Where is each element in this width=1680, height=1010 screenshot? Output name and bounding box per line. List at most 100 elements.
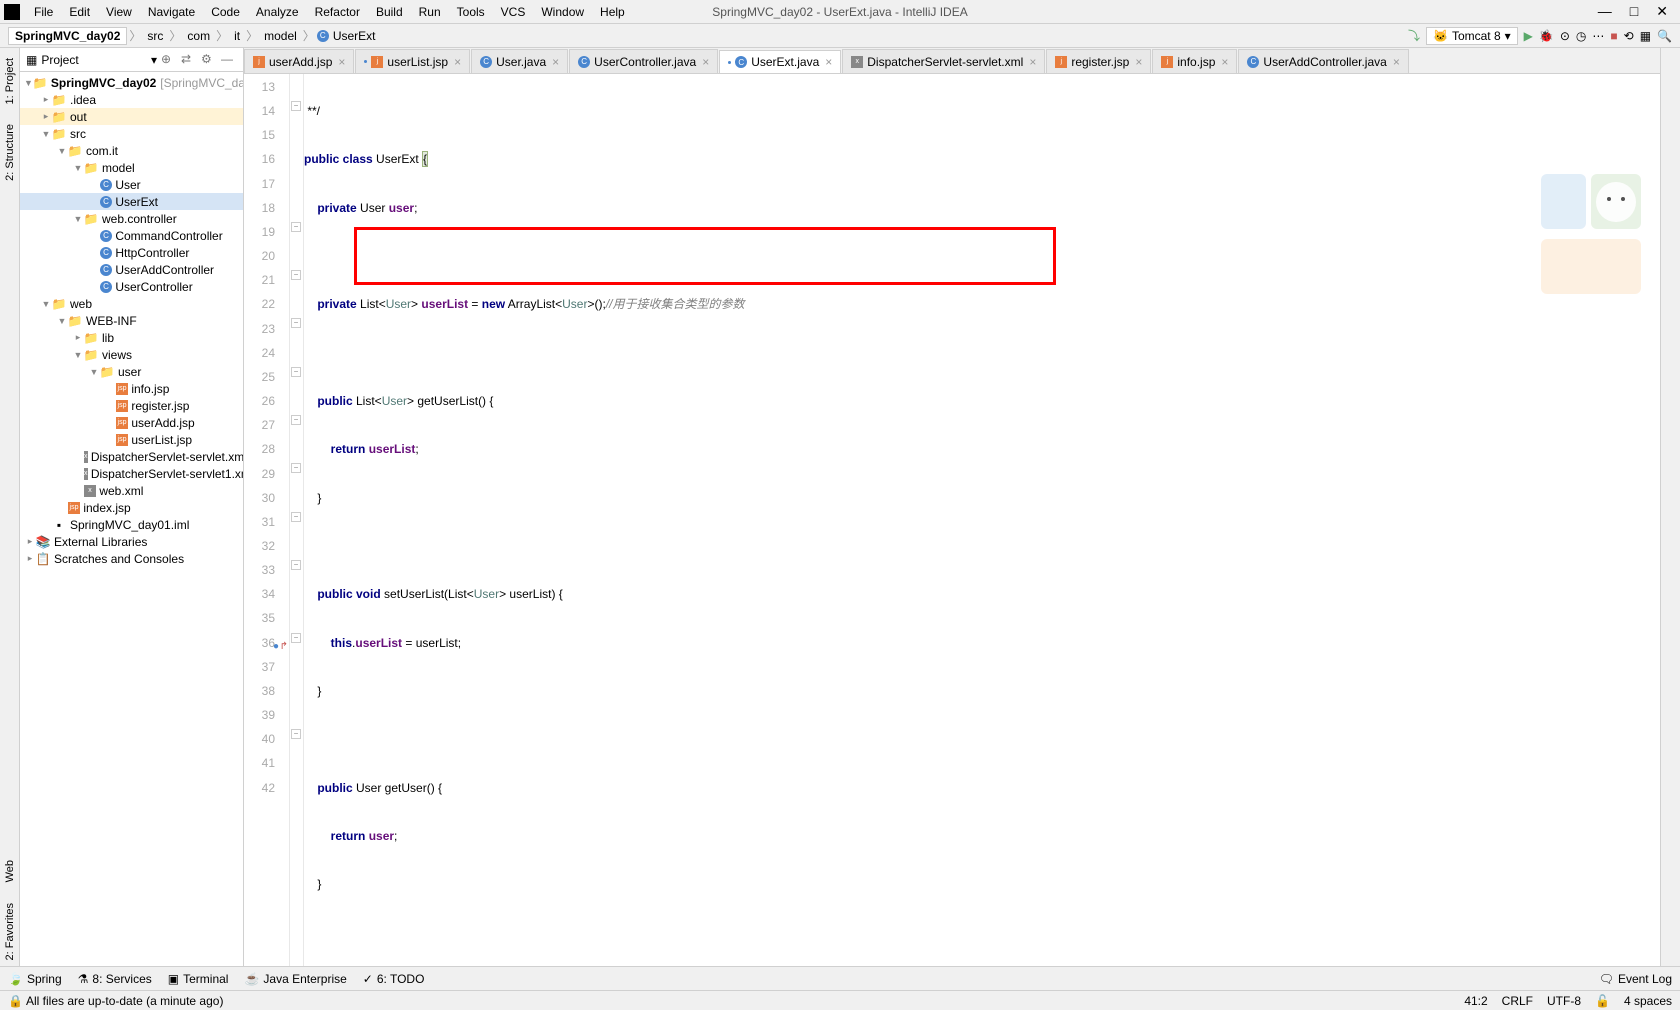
close-button[interactable]: ✕ xyxy=(1656,3,1668,20)
run-button[interactable]: ▶ xyxy=(1524,29,1533,43)
breadcrumb-src[interactable]: src xyxy=(143,29,167,43)
tree-webcontroller[interactable]: ▼📁web.controller xyxy=(20,210,243,227)
tab-favorites[interactable]: 2: Favorites xyxy=(2,897,18,966)
tab-structure[interactable]: 2: Structure xyxy=(2,118,18,187)
status-position[interactable]: 41:2 xyxy=(1464,994,1487,1008)
breadcrumb-root[interactable]: SpringMVC_day02 xyxy=(8,27,127,45)
tree-registerjsp[interactable]: jsp register.jsp xyxy=(20,397,243,414)
tab-dss[interactable]: xDispatcherServlet-servlet.xml× xyxy=(842,49,1045,73)
search-button[interactable]: 🔍 xyxy=(1657,29,1672,43)
run-config-dropdown[interactable]: 🐱 Tomcat 8▾ xyxy=(1426,27,1518,45)
tree-out[interactable]: ▸📁out xyxy=(20,108,243,125)
tab-userlist[interactable]: juserList.jsp× xyxy=(355,49,470,73)
menu-navigate[interactable]: Navigate xyxy=(140,3,203,21)
tab-info[interactable]: jinfo.jsp× xyxy=(1152,49,1237,73)
tree-infojsp[interactable]: jsp info.jsp xyxy=(20,380,243,397)
update-button[interactable]: ⟲ xyxy=(1624,29,1634,43)
menu-edit[interactable]: Edit xyxy=(61,3,98,21)
menu-view[interactable]: View xyxy=(98,3,140,21)
tree-commandcontroller[interactable]: C CommandController xyxy=(20,227,243,244)
project-tree[interactable]: ▼📁SpringMVC_day02[SpringMVC_day01] ▸📁.id… xyxy=(20,72,243,966)
tab-project[interactable]: 1: Project xyxy=(2,52,18,110)
status-encoding[interactable]: UTF-8 xyxy=(1547,994,1581,1008)
tree-comit[interactable]: ▼📁com.it xyxy=(20,142,243,159)
menu-vcs[interactable]: VCS xyxy=(493,3,534,21)
tree-user[interactable]: C User xyxy=(20,176,243,193)
build-icon[interactable]: ⤵ xyxy=(1408,27,1420,44)
tree-userext[interactable]: C UserExt xyxy=(20,193,243,210)
code-content[interactable]: **/ public class UserExt { private User … xyxy=(304,74,1660,966)
code-area[interactable]: 1314151617181920212223242526272829303132… xyxy=(244,74,1660,966)
tree-userlistjsp[interactable]: jsp userList.jsp xyxy=(20,431,243,448)
breadcrumb-com[interactable]: com xyxy=(183,29,214,43)
menu-refactor[interactable]: Refactor xyxy=(307,3,368,21)
fold-column[interactable]: − − − − − − − − − − − xyxy=(290,74,304,966)
locate-icon[interactable]: ⊕ xyxy=(161,52,177,68)
menu-tools[interactable]: Tools xyxy=(449,3,493,21)
menu-help[interactable]: Help xyxy=(592,3,633,21)
tab-userext[interactable]: CUserExt.java× xyxy=(719,50,841,74)
tab-usercontroller[interactable]: CUserController.java× xyxy=(569,49,718,73)
tree-dss1[interactable]: x DispatcherServlet-servlet1.xml xyxy=(20,465,243,482)
tab-register[interactable]: jregister.jsp× xyxy=(1046,49,1151,73)
debug-button[interactable]: 🐞 xyxy=(1539,29,1554,43)
tree-views[interactable]: ▼📁views xyxy=(20,346,243,363)
menu-file[interactable]: File xyxy=(26,3,61,21)
maximize-button[interactable]: □ xyxy=(1630,3,1638,20)
bottom-javaee[interactable]: ☕Java Enterprise xyxy=(244,972,346,986)
stop-button[interactable]: ■ xyxy=(1610,29,1617,43)
tree-webinf[interactable]: ▼📁WEB-INF xyxy=(20,312,243,329)
tree-dss[interactable]: x DispatcherServlet-servlet.xml xyxy=(20,448,243,465)
project-structure-button[interactable]: ▦ xyxy=(1640,29,1651,43)
menu-analyze[interactable]: Analyze xyxy=(248,3,307,21)
menu-build[interactable]: Build xyxy=(368,3,411,21)
status-readonly-icon[interactable]: 🔓 xyxy=(1595,994,1610,1008)
gear-icon[interactable]: ⚙ xyxy=(201,52,217,68)
gutter[interactable]: 1314151617181920212223242526272829303132… xyxy=(244,74,290,966)
menu-code[interactable]: Code xyxy=(203,3,248,21)
bottom-terminal[interactable]: ▣Terminal xyxy=(168,972,229,986)
status-lock-icon[interactable]: 🔒 xyxy=(8,994,23,1008)
tree-indexjsp[interactable]: jsp index.jsp xyxy=(20,499,243,516)
tab-useraddcontroller[interactable]: CUserAddController.java× xyxy=(1238,49,1408,73)
menu-window[interactable]: Window xyxy=(533,3,592,21)
tab-useradd[interactable]: juserAdd.jsp× xyxy=(244,49,354,73)
project-panel-title[interactable]: Project xyxy=(41,53,147,67)
tree-webxml[interactable]: x web.xml xyxy=(20,482,243,499)
bottom-eventlog[interactable]: 🗨Event Log xyxy=(1599,972,1672,986)
tree-usercontroller[interactable]: C UserController xyxy=(20,278,243,295)
profile-button[interactable]: ◷ xyxy=(1576,29,1586,43)
breadcrumb-model[interactable]: model xyxy=(260,29,301,43)
tree-web[interactable]: ▼📁web xyxy=(20,295,243,312)
tab-web[interactable]: Web xyxy=(2,854,18,888)
tree-root[interactable]: ▼📁SpringMVC_day02[SpringMVC_day01] xyxy=(20,74,243,91)
tree-idea[interactable]: ▸📁.idea xyxy=(20,91,243,108)
hide-icon[interactable]: — xyxy=(221,52,237,68)
editor: juserAdd.jsp× juserList.jsp× CUser.java×… xyxy=(244,48,1660,966)
tree-extlib[interactable]: ▸📚External Libraries xyxy=(20,533,243,550)
tree-iml[interactable]: ▪SpringMVC_day01.iml xyxy=(20,516,243,533)
tree-useraddjsp[interactable]: jsp userAdd.jsp xyxy=(20,414,243,431)
bottom-bar: 🍃Spring ⚗8: Services ▣Terminal ☕Java Ent… xyxy=(0,966,1680,990)
tree-user-folder[interactable]: ▼📁user xyxy=(20,363,243,380)
status-eol[interactable]: CRLF xyxy=(1502,994,1533,1008)
status-indent[interactable]: 4 spaces xyxy=(1624,994,1672,1008)
tab-user[interactable]: CUser.java× xyxy=(471,49,568,73)
breadcrumb-it[interactable]: it xyxy=(230,29,244,43)
minimize-button[interactable]: — xyxy=(1598,3,1612,20)
tree-httpcontroller[interactable]: C HttpController xyxy=(20,244,243,261)
bottom-spring[interactable]: 🍃Spring xyxy=(8,972,62,986)
attach-button[interactable]: ⋯ xyxy=(1592,29,1604,43)
tree-src[interactable]: ▼📁src xyxy=(20,125,243,142)
bottom-todo[interactable]: ✓6: TODO xyxy=(363,972,425,986)
tree-useraddcontroller[interactable]: C UserAddController xyxy=(20,261,243,278)
breadcrumb-file[interactable]: UserExt xyxy=(329,29,380,43)
tree-model[interactable]: ▼📁model xyxy=(20,159,243,176)
tree-scratch[interactable]: ▸📋Scratches and Consoles xyxy=(20,550,243,567)
tree-lib[interactable]: ▸📁lib xyxy=(20,329,243,346)
left-toolwindow-bar: 1: Project 2: Structure Web 2: Favorites xyxy=(0,48,20,966)
coverage-button[interactable]: ⊙ xyxy=(1560,29,1570,43)
menu-run[interactable]: Run xyxy=(411,3,449,21)
expand-icon[interactable]: ⇄ xyxy=(181,52,197,68)
bottom-services[interactable]: ⚗8: Services xyxy=(78,972,152,986)
